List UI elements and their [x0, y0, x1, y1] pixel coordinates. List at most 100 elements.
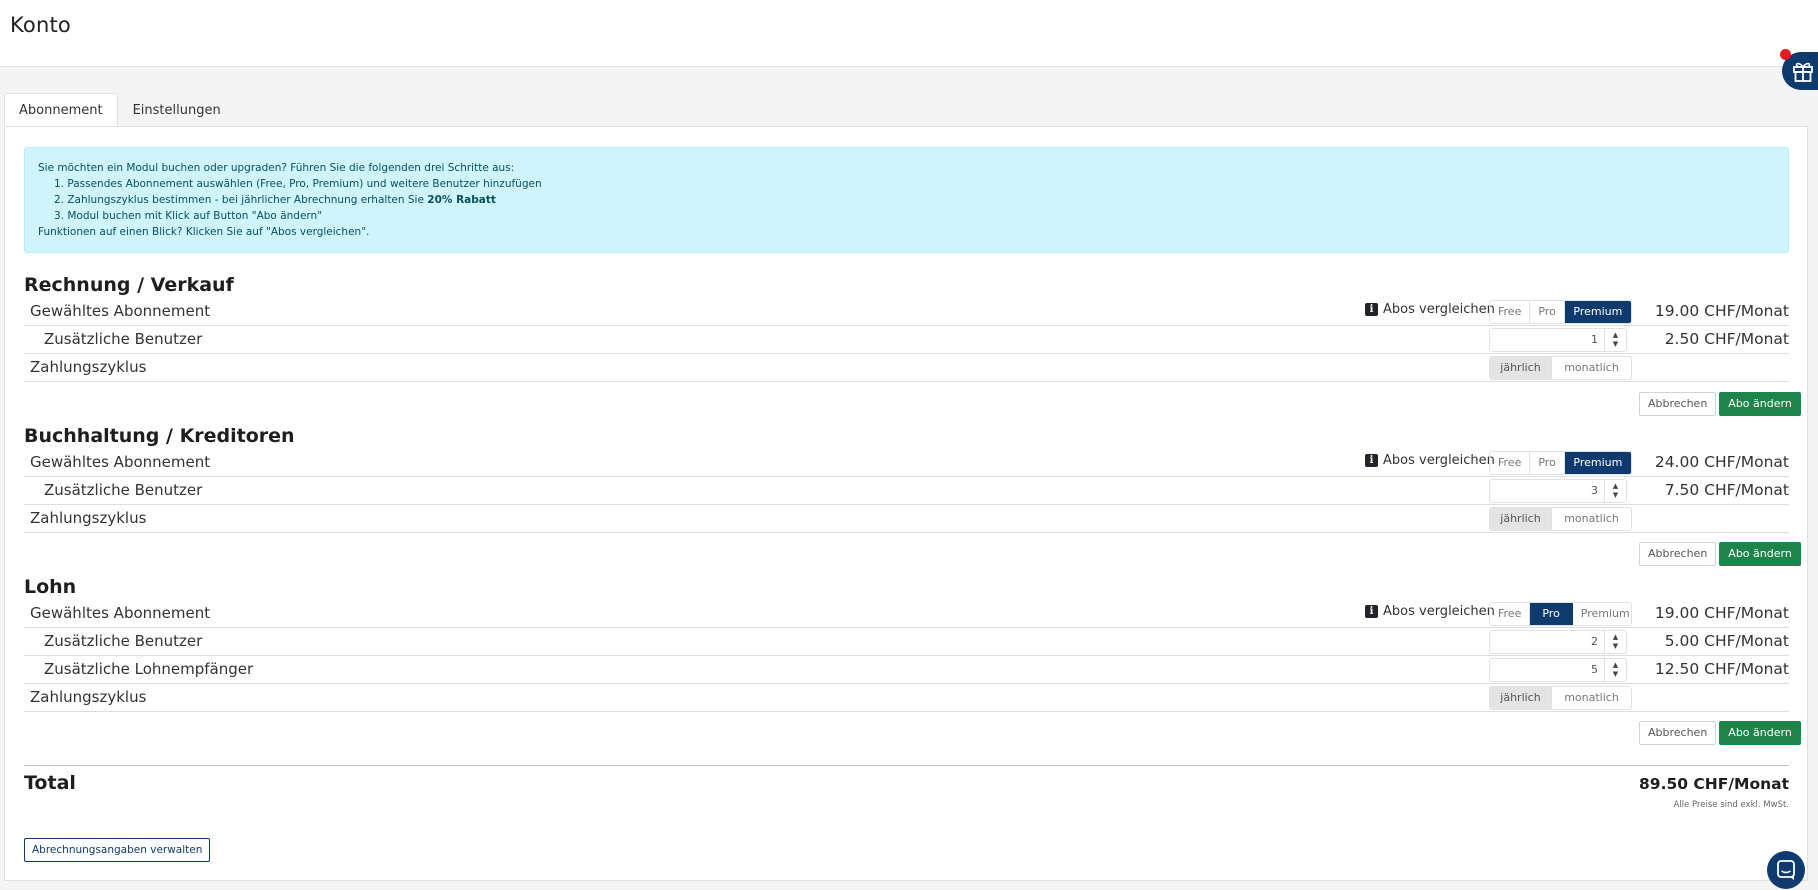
plan-option-premium[interactable]: Premium: [1564, 301, 1631, 323]
plan-row-rechnung: Gewähltes Abonnement i Abos vergleichen …: [24, 298, 1789, 326]
section-title-rechnung: Rechnung / Verkauf: [24, 274, 234, 296]
increment-icon[interactable]: ▲: [1613, 482, 1618, 491]
compare-plans-label: Abos vergleichen: [1383, 302, 1495, 317]
users-price: 5.00 CHF/Monat: [1664, 632, 1789, 650]
compare-plans-link[interactable]: i Abos vergleichen: [1365, 453, 1495, 468]
cycle-row-rechnung: Zahlungszyklus jährlich monatlich: [24, 354, 1789, 382]
total-value: 89.50 CHF/Monat: [1639, 775, 1789, 793]
actions-rechnung: Abbrechen Abo ändern: [1639, 392, 1801, 416]
users-label: Zusätzliche Benutzer: [44, 330, 203, 348]
decrement-icon[interactable]: ▼: [1613, 642, 1618, 651]
plan-option-free[interactable]: Free: [1490, 301, 1531, 323]
compare-plans-label: Abos vergleichen: [1383, 453, 1495, 468]
plan-selector: Free Pro Premium: [1489, 300, 1632, 324]
increment-icon[interactable]: ▲: [1613, 633, 1618, 642]
plan-option-premium[interactable]: Premium: [1564, 452, 1631, 474]
cycle-label: Zahlungszyklus: [30, 358, 147, 376]
tab-einstellungen[interactable]: Einstellungen: [118, 93, 236, 127]
stepper-arrows[interactable]: ▲ ▼: [1604, 659, 1626, 681]
cycle-option-monthly[interactable]: monatlich: [1552, 508, 1631, 530]
total-divider: [24, 765, 1789, 766]
stepper-arrows[interactable]: ▲ ▼: [1604, 631, 1626, 653]
vat-note: Alle Preise sind exkl. MwSt.: [1673, 800, 1790, 810]
chat-widget[interactable]: [1767, 851, 1805, 889]
decrement-icon[interactable]: ▼: [1613, 340, 1618, 349]
stepper-arrows[interactable]: ▲ ▼: [1604, 329, 1626, 351]
cycle-row-buchhaltung: Zahlungszyklus jährlich monatlich: [24, 505, 1789, 533]
notification-dot: [1780, 49, 1791, 60]
decrement-icon[interactable]: ▼: [1613, 670, 1618, 679]
users-stepper[interactable]: 1 ▲ ▼: [1489, 328, 1627, 352]
users-price: 2.50 CHF/Monat: [1664, 330, 1789, 348]
cycle-option-monthly[interactable]: monatlich: [1552, 357, 1631, 379]
plan-label: Gewähltes Abonnement: [30, 302, 211, 320]
plan-option-free[interactable]: Free: [1490, 603, 1531, 625]
users-stepper[interactable]: 3 ▲ ▼: [1489, 479, 1627, 503]
total-label: Total: [24, 772, 76, 794]
users-row-buchhaltung: Zusätzliche Benutzer 3 ▲ ▼ 7.50 CHF/Monat: [24, 477, 1789, 505]
info-step-3: 3. Modul buchen mit Klick auf Button "Ab…: [54, 210, 323, 222]
cancel-button[interactable]: Abbrechen: [1639, 392, 1717, 416]
cancel-button[interactable]: Abbrechen: [1639, 721, 1717, 745]
cycle-option-yearly[interactable]: jährlich: [1490, 508, 1552, 530]
plan-price: 19.00 CHF/Monat: [1654, 302, 1789, 320]
users-row-rechnung: Zusätzliche Benutzer 1 ▲ ▼ 2.50 CHF/Monat: [24, 326, 1789, 354]
payees-stepper[interactable]: 5 ▲ ▼: [1489, 658, 1627, 682]
plan-price: 19.00 CHF/Monat: [1654, 604, 1789, 622]
plan-selector: Free Pro Premium: [1489, 451, 1632, 475]
cycle-option-monthly[interactable]: monatlich: [1552, 687, 1631, 709]
info-intro: Sie möchten ein Modul buchen oder upgrad…: [38, 162, 515, 174]
cycle-selector: jährlich monatlich: [1489, 356, 1632, 380]
users-label: Zusätzliche Benutzer: [44, 632, 203, 650]
info-step-2: 2. Zahlungszyklus bestimmen - bei jährli…: [38, 192, 1775, 208]
plan-option-pro[interactable]: Pro: [1530, 603, 1573, 625]
plan-label: Gewähltes Abonnement: [30, 453, 211, 471]
page-title: Konto: [10, 13, 71, 37]
info-icon: i: [1365, 454, 1378, 467]
change-subscription-button[interactable]: Abo ändern: [1719, 542, 1801, 566]
tab-abonnement[interactable]: Abonnement: [4, 93, 118, 127]
actions-lohn: Abbrechen Abo ändern: [1639, 721, 1801, 745]
payees-value[interactable]: 5: [1490, 659, 1604, 681]
info-icon: i: [1365, 303, 1378, 316]
plan-option-pro[interactable]: Pro: [1530, 452, 1565, 474]
cycle-option-yearly[interactable]: jährlich: [1490, 687, 1552, 709]
plan-option-free[interactable]: Free: [1490, 452, 1531, 474]
actions-buchhaltung: Abbrechen Abo ändern: [1639, 542, 1801, 566]
compare-plans-link[interactable]: i Abos vergleichen: [1365, 604, 1495, 619]
cancel-button[interactable]: Abbrechen: [1639, 542, 1717, 566]
info-step-2-text: 2. Zahlungszyklus bestimmen - bei jährli…: [54, 194, 428, 206]
discount-highlight: 20% Rabatt: [427, 194, 496, 206]
compare-plans-link[interactable]: i Abos vergleichen: [1365, 302, 1495, 317]
plan-price: 24.00 CHF/Monat: [1654, 453, 1789, 471]
users-value[interactable]: 2: [1490, 631, 1604, 653]
plan-option-pro[interactable]: Pro: [1530, 301, 1565, 323]
change-subscription-button[interactable]: Abo ändern: [1719, 392, 1801, 416]
compare-plans-label: Abos vergleichen: [1383, 604, 1495, 619]
users-stepper[interactable]: 2 ▲ ▼: [1489, 630, 1627, 654]
section-title-buchhaltung: Buchhaltung / Kreditoren: [24, 425, 295, 447]
info-footer: Funktionen auf einen Blick? Klicken Sie …: [38, 226, 370, 238]
increment-icon[interactable]: ▲: [1613, 661, 1618, 670]
section-title-lohn: Lohn: [24, 576, 77, 598]
info-icon: i: [1365, 605, 1378, 618]
plan-row-lohn: Gewähltes Abonnement i Abos vergleichen …: [24, 600, 1789, 628]
decrement-icon[interactable]: ▼: [1613, 491, 1618, 500]
chat-icon: [1777, 860, 1795, 880]
users-price: 7.50 CHF/Monat: [1664, 481, 1789, 499]
users-value[interactable]: 1: [1490, 329, 1604, 351]
cycle-label: Zahlungszyklus: [30, 688, 147, 706]
stepper-arrows[interactable]: ▲ ▼: [1604, 480, 1626, 502]
cycle-selector: jährlich monatlich: [1489, 507, 1632, 531]
cycle-selector: jährlich monatlich: [1489, 686, 1632, 710]
manage-billing-button[interactable]: Abrechnungsangaben verwalten: [24, 838, 211, 862]
info-step-1: 1. Passendes Abonnement auswählen (Free,…: [54, 178, 542, 190]
increment-icon[interactable]: ▲: [1613, 331, 1618, 340]
cycle-label: Zahlungszyklus: [30, 509, 147, 527]
cycle-option-yearly[interactable]: jährlich: [1490, 357, 1552, 379]
users-value[interactable]: 3: [1490, 480, 1604, 502]
plan-label: Gewähltes Abonnement: [30, 604, 211, 622]
plan-option-premium[interactable]: Premium: [1573, 603, 1631, 625]
tab-bar: Abonnement Einstellungen: [4, 93, 236, 127]
change-subscription-button[interactable]: Abo ändern: [1719, 721, 1801, 745]
